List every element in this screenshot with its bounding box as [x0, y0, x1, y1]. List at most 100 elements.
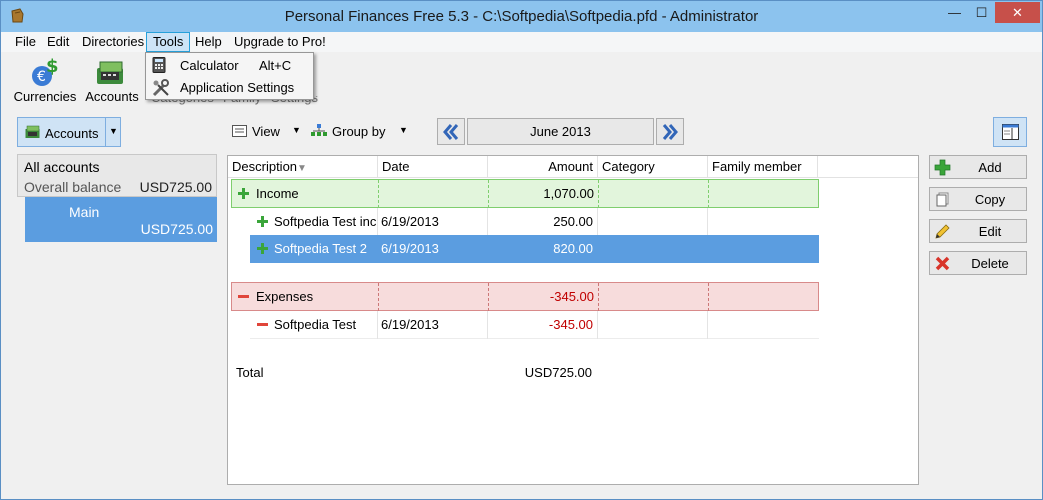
maximize-button[interactable]: ☐	[968, 2, 995, 23]
group-row-income[interactable]: Income 1,070.00	[231, 179, 819, 208]
window-title: Personal Finances Free 5.3 - C:\Softpedi…	[284, 8, 759, 25]
accounts-button[interactable]: Accounts	[81, 54, 143, 106]
close-button[interactable]: ✕	[995, 2, 1040, 23]
panel-layout-icon	[1002, 124, 1019, 140]
grid-line	[708, 180, 709, 208]
menu-file[interactable]: File	[9, 32, 42, 52]
group-row-expenses[interactable]: Expenses -345.00	[231, 282, 819, 311]
view-chevron-down-icon: ▼	[292, 125, 301, 135]
cell-amount: 820.00	[553, 241, 593, 256]
accounts-list: All accounts Overall balance USD725.00 M…	[17, 154, 217, 442]
cell-description: Softpedia Test 2	[274, 241, 367, 256]
cell-date: 6/19/2013	[381, 214, 439, 229]
grid-line	[597, 311, 598, 339]
copy-icon	[936, 192, 949, 207]
grid-line	[598, 283, 599, 311]
grid-line	[378, 180, 379, 208]
menu-edit[interactable]: Edit	[41, 32, 75, 52]
table-row-selected[interactable]: Softpedia Test 2 6/19/2013 820.00	[250, 235, 819, 263]
group-label: Income	[256, 186, 299, 201]
all-accounts-item[interactable]: All accounts Overall balance USD725.00	[17, 154, 217, 197]
menu-item-application-settings[interactable]: Application Settings	[147, 76, 312, 98]
cell-date: 6/19/2013	[381, 317, 439, 332]
minus-icon	[257, 323, 268, 326]
currencies-label: Currencies	[13, 89, 77, 104]
delete-button[interactable]: Delete	[929, 251, 1027, 275]
table-row[interactable]: Softpedia Test inc 6/19/2013 250.00	[250, 208, 819, 236]
svg-text:€: €	[37, 69, 46, 85]
pencil-icon	[935, 224, 950, 239]
calculator-shortcut: Alt+C	[259, 58, 292, 73]
column-date[interactable]: Date	[378, 156, 488, 178]
cell-description: Softpedia Test	[274, 317, 357, 332]
calculator-icon	[152, 57, 166, 73]
plus-icon	[257, 216, 268, 227]
menu-help[interactable]: Help	[189, 32, 228, 52]
column-category[interactable]: Category	[598, 156, 708, 178]
grid-line	[708, 283, 709, 311]
add-button[interactable]: Add	[929, 155, 1027, 179]
currencies-button[interactable]: € $ Currencies	[11, 54, 79, 106]
all-accounts-label: All accounts	[24, 159, 100, 175]
application-settings-label: Application Settings	[180, 80, 295, 95]
plus-icon	[257, 243, 268, 254]
column-description-label: Description	[232, 159, 298, 174]
minimize-button[interactable]: —	[941, 2, 968, 23]
grid-line	[597, 208, 598, 236]
delete-x-icon	[935, 256, 950, 271]
chevron-down-icon[interactable]: ▼	[105, 118, 121, 146]
month-selector[interactable]: June 2013	[467, 118, 654, 145]
copy-label: Copy	[974, 192, 1006, 207]
title-bar: Personal Finances Free 5.3 - C:\Softpedi…	[1, 1, 1042, 32]
menu-upgrade[interactable]: Upgrade to Pro!	[228, 32, 332, 52]
table-row[interactable]: Softpedia Test 6/19/2013 -345.00	[250, 311, 819, 339]
next-month-button[interactable]	[656, 118, 684, 145]
account-name: Main	[69, 204, 100, 220]
edit-button[interactable]: Edit	[929, 219, 1027, 243]
minus-icon	[238, 295, 249, 298]
group-amount: -345.00	[549, 289, 594, 304]
group-amount: 1,070.00	[543, 186, 594, 201]
edit-label: Edit	[978, 224, 1002, 239]
tools-menu: Calculator Alt+C Application Settings	[145, 52, 314, 100]
grid-line	[707, 311, 708, 339]
table-header: Description▼ Date Amount Category Family…	[228, 156, 918, 178]
cell-amount: 250.00	[553, 214, 593, 229]
copy-button[interactable]: Copy	[929, 187, 1027, 211]
group-by-chevron-down-icon: ▼	[399, 125, 408, 135]
total-value: USD725.00	[524, 365, 592, 380]
previous-month-button[interactable]	[437, 118, 465, 145]
menu-directories[interactable]: Directories	[76, 32, 150, 52]
account-balance: USD725.00	[140, 221, 213, 237]
grid-line	[707, 208, 708, 236]
overall-balance-label: Overall balance	[24, 179, 122, 195]
account-item-main[interactable]: Main USD725.00	[25, 197, 217, 242]
currencies-icon: € $	[32, 56, 59, 86]
menu-bar: File Edit Directories Tools Help Upgrade…	[1, 32, 1042, 52]
column-description[interactable]: Description▼	[228, 156, 378, 178]
double-chevron-left-icon	[443, 124, 459, 140]
calculator-label: Calculator	[180, 58, 239, 73]
layout-toggle-button[interactable]	[993, 117, 1027, 147]
accounts-selector-label: Accounts	[45, 126, 99, 141]
cell-date: 6/19/2013	[381, 241, 439, 256]
svg-text:$: $	[46, 56, 59, 77]
group-by-icon	[311, 124, 327, 136]
cell-amount: -345.00	[548, 317, 593, 332]
accounts-selector[interactable]: Accounts ▼	[17, 117, 121, 147]
accounts-icon	[97, 61, 123, 84]
grid-line	[378, 283, 379, 311]
double-chevron-right-icon	[662, 124, 678, 140]
overall-balance-value: USD725.00	[139, 179, 212, 195]
accounts-small-icon	[25, 125, 40, 138]
menu-tools[interactable]: Tools	[146, 32, 191, 52]
menu-item-calculator[interactable]: Calculator Alt+C	[147, 54, 312, 76]
group-by-label: Group by	[332, 124, 386, 139]
view-label: View	[252, 124, 280, 139]
column-family-member[interactable]: Family member	[708, 156, 818, 178]
grid-line	[598, 180, 599, 208]
sort-arrow-icon: ▼	[297, 163, 307, 174]
view-icon	[232, 125, 247, 137]
column-amount[interactable]: Amount	[488, 156, 598, 178]
app-window: Personal Finances Free 5.3 - C:\Softpedi…	[0, 0, 1043, 500]
